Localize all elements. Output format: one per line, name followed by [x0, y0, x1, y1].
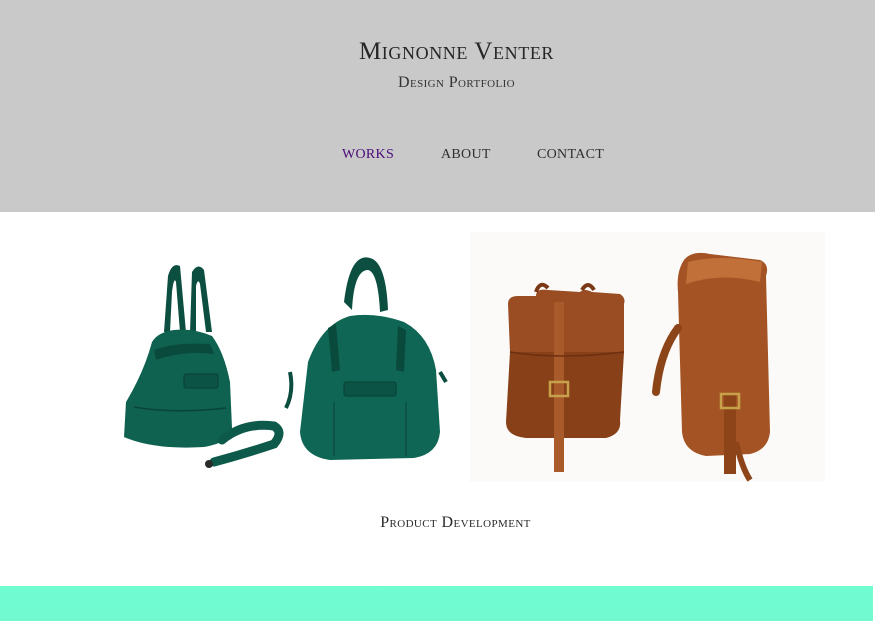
green-tote-bag-1: [124, 265, 284, 468]
portfolio-section: Product Development: [0, 212, 875, 586]
site-subtitle: Design Portfolio: [398, 74, 515, 91]
nav-link-works[interactable]: WORKS: [342, 147, 394, 163]
site-title[interactable]: Mignonne Venter: [0, 38, 875, 66]
nav-link-contact[interactable]: CONTACT: [537, 147, 604, 163]
brown-leather-backpacks-image[interactable]: [470, 232, 825, 482]
project-caption[interactable]: Product Development: [0, 514, 875, 532]
main-nav: WORKS ABOUT CONTACT: [0, 147, 875, 167]
site-header: Mignonne Venter Design Portfolio WORKS A…: [0, 0, 875, 212]
nav-link-about[interactable]: ABOUT: [441, 147, 491, 163]
brown-backpacks-illustration: [506, 252, 770, 482]
green-tote-bag-2: [284, 257, 448, 460]
brown-backpack-2: [652, 252, 770, 482]
next-project-banner: [0, 586, 873, 621]
brown-backpack-1: [506, 282, 625, 472]
green-leather-bags-image[interactable]: [114, 232, 469, 482]
green-bags-illustration: [124, 257, 448, 468]
